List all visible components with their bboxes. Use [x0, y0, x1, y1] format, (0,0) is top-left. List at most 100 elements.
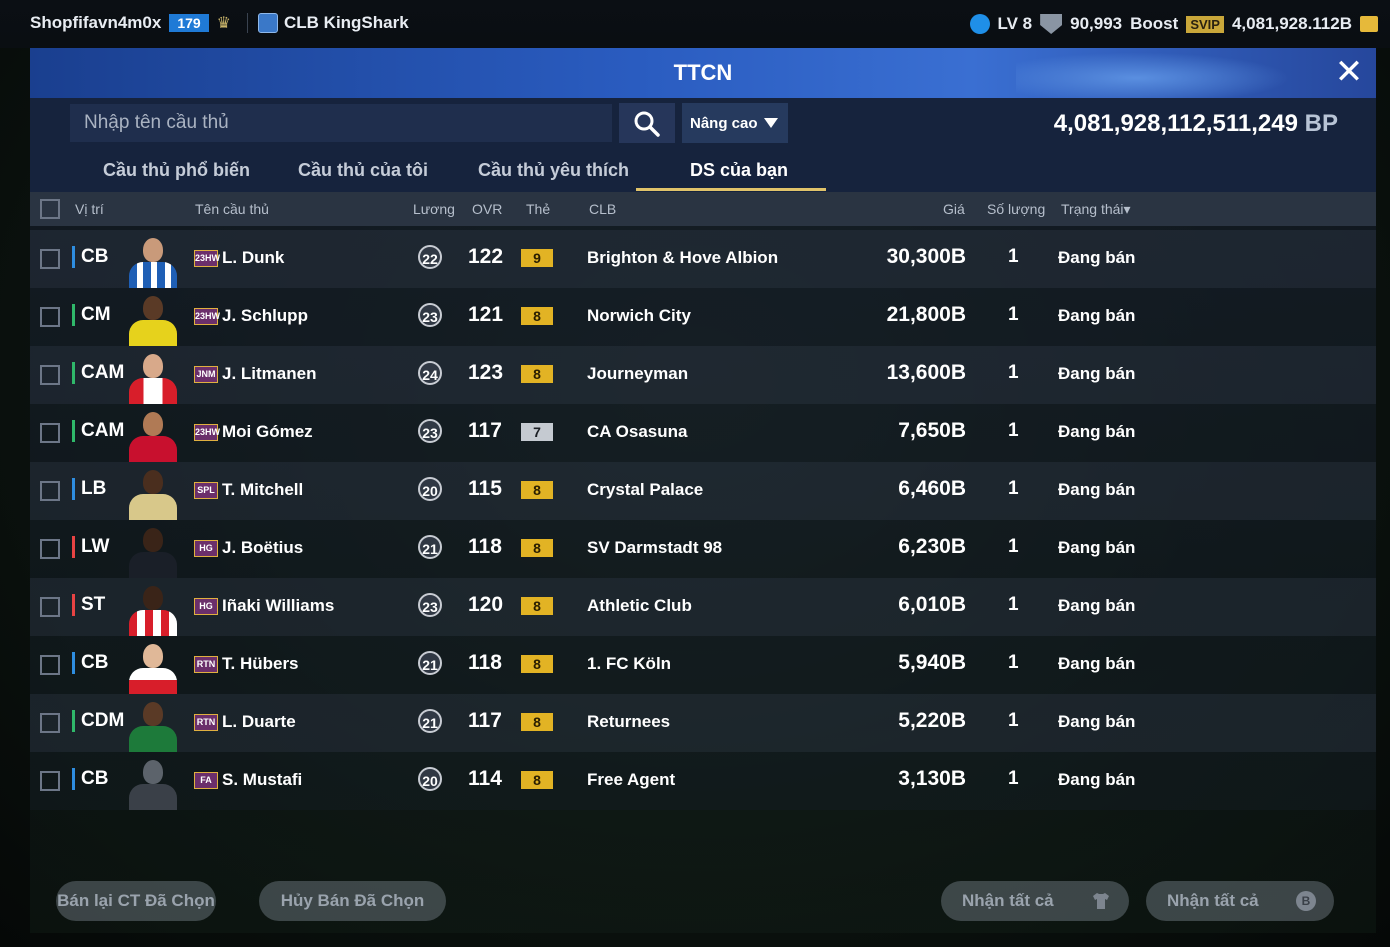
wage-badge: 21	[418, 651, 442, 675]
player-quantity: 1	[1008, 536, 1019, 557]
claim-all-coins-button[interactable]: Nhận tất cả B	[1146, 881, 1334, 921]
close-button[interactable]: ✕	[1332, 55, 1366, 90]
player-avatar	[126, 582, 180, 636]
row-checkbox[interactable]	[40, 481, 60, 501]
row-checkbox[interactable]	[40, 539, 60, 559]
search-button[interactable]	[619, 103, 675, 143]
table-row[interactable]: CDM RTN L. Duarte 21 117 8 Returnees 5,2…	[30, 694, 1376, 752]
player-position: CDM	[72, 710, 124, 732]
tab-favorite-players[interactable]: Cầu thủ yêu thích	[478, 160, 629, 181]
divider	[247, 13, 249, 33]
row-checkbox[interactable]	[40, 713, 60, 733]
player-position: CM	[72, 304, 111, 326]
grade-badge: 8	[521, 597, 553, 615]
boost-label[interactable]: Boost	[1130, 14, 1178, 34]
row-checkbox[interactable]	[40, 423, 60, 443]
tab-popular-players[interactable]: Cầu thủ phổ biến	[103, 160, 250, 181]
player-quantity: 1	[1008, 478, 1019, 499]
player-status: Đang bán	[1058, 422, 1136, 441]
player-ovr: 117	[468, 709, 502, 732]
table-row[interactable]: CB RTN T. Hübers 21 118 8 1. FC Köln 5,9…	[30, 636, 1376, 694]
grade-badge: 8	[521, 539, 553, 557]
player-name: J. Boëtius	[222, 538, 304, 557]
player-position: LB	[72, 478, 106, 500]
advanced-filter-dropdown[interactable]: Nâng cao	[682, 103, 788, 143]
player-ovr: 117	[468, 419, 502, 442]
level-badge: 179	[169, 14, 209, 32]
user-info[interactable]: Shopfifavn4m0x 179 ♛	[30, 13, 256, 33]
player-avatar	[126, 292, 180, 346]
player-quantity: 1	[1008, 652, 1019, 673]
cancel-selected-button[interactable]: Hủy Bán Đã Chọn	[259, 881, 446, 921]
player-avatar	[126, 466, 180, 520]
player-ovr: 122	[468, 245, 504, 268]
search-input[interactable]	[70, 104, 612, 142]
search-icon	[634, 111, 660, 137]
table-row[interactable]: CB 23HW L. Dunk 22 122 9 Brighton & Hove…	[30, 230, 1376, 288]
tab-my-players[interactable]: Cầu thủ của tôi	[298, 160, 428, 181]
col-grade: Thẻ	[526, 201, 551, 217]
select-all-checkbox[interactable]	[40, 199, 60, 219]
player-name: L. Dunk	[222, 248, 285, 267]
player-ovr: 118	[468, 651, 502, 674]
chevron-down-icon	[764, 118, 778, 128]
table-row[interactable]: CAM JNM J. Litmanen 24 123 8 Journeyman …	[30, 346, 1376, 404]
player-position: CB	[72, 768, 108, 790]
table-row[interactable]: ST HG Iñaki Williams 23 120 8 Athletic C…	[30, 578, 1376, 636]
resell-selected-button[interactable]: Bán lại CT Đã Chọn	[56, 881, 216, 921]
player-club: Brighton & Hove Albion	[587, 248, 779, 267]
wage-badge: 22	[418, 245, 442, 269]
player-quantity: 1	[1008, 768, 1019, 789]
player-price: 3,130B	[898, 767, 966, 790]
col-position: Vị trí	[75, 201, 104, 217]
row-checkbox[interactable]	[40, 597, 60, 617]
grade-badge: 8	[521, 365, 553, 383]
top-bar: Shopfifavn4m0x 179 ♛ CLB KingShark LV 8 …	[0, 0, 1390, 48]
table-row[interactable]: CM 23HW J. Schlupp 23 121 8 Norwich City…	[30, 288, 1376, 346]
table-row[interactable]: CAM 23HW Moi Gómez 23 117 7 CA Osasuna 7…	[30, 404, 1376, 462]
col-status[interactable]: Trạng thái▾	[1061, 201, 1131, 218]
table-row[interactable]: LB SPL T. Mitchell 20 115 8 Crystal Pala…	[30, 462, 1376, 520]
season-badge: FA	[194, 772, 218, 789]
grade-badge: 8	[521, 771, 553, 789]
player-ovr: 115	[468, 477, 502, 500]
claim-all-players-button[interactable]: Nhận tất cả	[941, 881, 1129, 921]
col-price: Giá	[943, 201, 965, 217]
row-checkbox[interactable]	[40, 655, 60, 675]
player-name: J. Litmanen	[222, 364, 317, 383]
table-header: Vị trí Tên cầu thủ Lương OVR Thẻ CLB Giá…	[30, 192, 1376, 226]
player-price: 6,010B	[898, 593, 966, 616]
row-checkbox[interactable]	[40, 249, 60, 269]
player-position: LW	[72, 536, 110, 558]
table-row[interactable]: CB FA S. Mustafi 20 114 8 Free Agent 3,1…	[30, 752, 1376, 810]
player-position: CB	[72, 246, 108, 268]
player-price: 5,220B	[898, 709, 966, 732]
player-status: Đang bán	[1058, 654, 1136, 673]
row-checkbox[interactable]	[40, 771, 60, 791]
trophy-icon: ♛	[216, 15, 232, 32]
club-crest-icon	[258, 13, 278, 33]
table-row[interactable]: LW HG J. Boëtius 21 118 8 SV Darmstadt 9…	[30, 520, 1376, 578]
player-name: J. Schlupp	[222, 306, 308, 325]
row-checkbox[interactable]	[40, 365, 60, 385]
grade-badge: 9	[521, 249, 553, 267]
player-quantity: 1	[1008, 246, 1019, 267]
club-info[interactable]: CLB KingShark	[258, 13, 409, 33]
claim-all-label: Nhận tất cả	[962, 891, 1054, 910]
player-avatar	[126, 698, 180, 752]
grade-badge: 8	[521, 655, 553, 673]
level-icon	[969, 14, 990, 34]
tab-your-list[interactable]: DS của bạn	[690, 160, 788, 181]
player-position: CB	[72, 652, 108, 674]
wage-badge: 20	[418, 767, 442, 791]
username: Shopfifavn4m0x	[30, 13, 162, 32]
player-name: S. Mustafi	[222, 770, 303, 789]
advanced-filter-label: Nâng cao	[690, 114, 758, 132]
club-name: CLB KingShark	[284, 13, 409, 32]
player-club: 1. FC Köln	[587, 654, 672, 673]
search-bar: Nâng cao 4,081,928,112,511,249 BP	[30, 98, 1376, 150]
season-badge: RTN	[194, 656, 218, 673]
player-avatar	[126, 408, 180, 462]
grade-badge: 8	[521, 307, 553, 325]
row-checkbox[interactable]	[40, 307, 60, 327]
